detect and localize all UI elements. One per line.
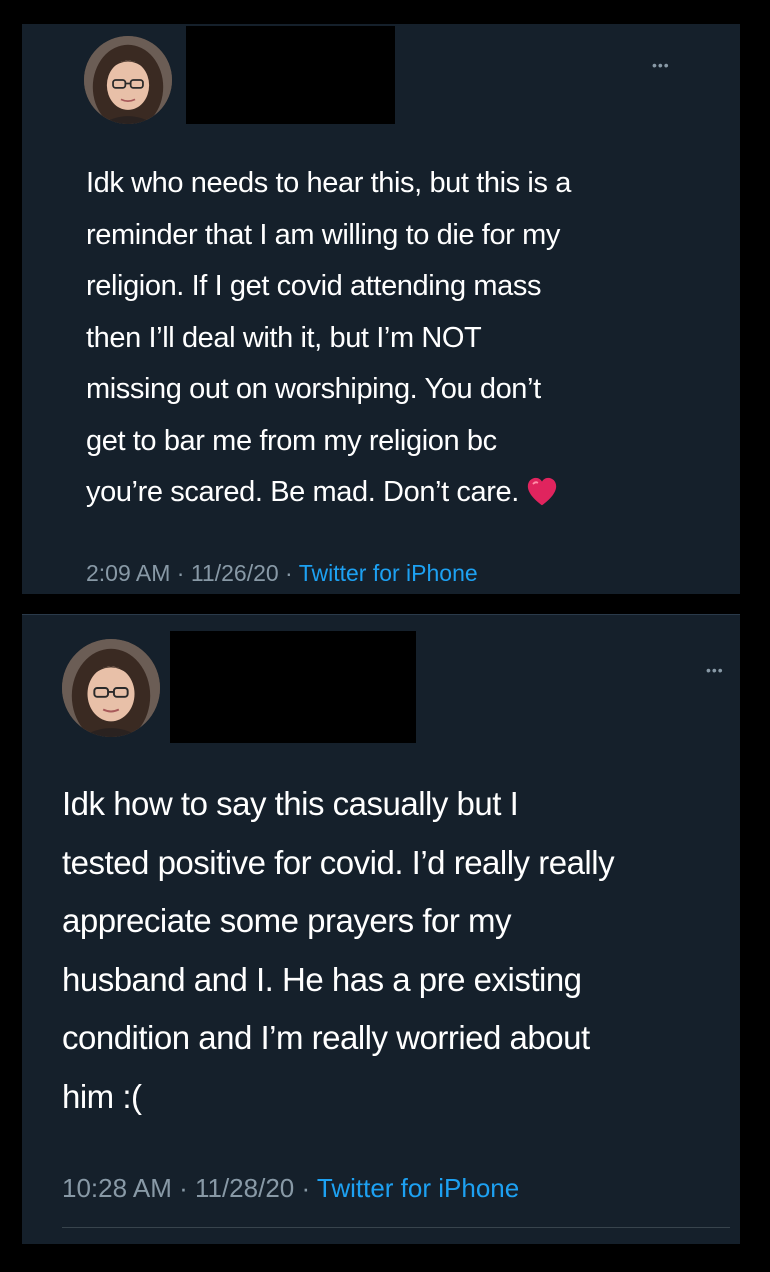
tweet-meta: 2:09 AM · 11/26/20 · Twitter for iPhone xyxy=(86,560,478,587)
redacted-name-block xyxy=(186,26,395,124)
redacted-name-block xyxy=(170,631,416,743)
meta-separator: · xyxy=(171,1173,195,1203)
red-heart-icon xyxy=(527,477,557,506)
tweet-text-line: missing out on worshiping. You don’t xyxy=(86,373,541,405)
tweet-text-line: you’re scared. Be mad. Don’t care. xyxy=(86,476,519,508)
tweet-text-line: then I’ll deal with it, but I’m NOT xyxy=(86,321,482,354)
meta-separator: · xyxy=(170,560,191,586)
tweet-text-line-last: you’re scared. Be mad. Don’t care. xyxy=(86,467,706,519)
more-options-icon[interactable]: ••• xyxy=(706,663,724,677)
profile-photo xyxy=(84,36,172,124)
screenshot-canvas: ••• Idk who needs to hear this, but this… xyxy=(0,0,770,1272)
avatar[interactable] xyxy=(84,36,172,124)
meta-separator: · xyxy=(294,1173,317,1203)
tweet-text-line: tested positive for covid. I’d really re… xyxy=(62,843,615,881)
tweet-card: ••• Idk how to say this casually but I t… xyxy=(22,614,740,1244)
divider xyxy=(62,1227,730,1228)
tweet-source-link[interactable]: Twitter for iPhone xyxy=(299,560,478,586)
tweet-date[interactable]: 11/28/20 xyxy=(195,1173,294,1203)
tweet-text-line: condition and I’m really worried about xyxy=(62,1019,590,1056)
tweet-text-line: Idk who needs to hear this, but this is … xyxy=(86,167,571,199)
tweet-text-line: husband and I. He has a pre existing xyxy=(62,960,582,998)
tweet-meta: 10:28 AM · 11/28/20 · Twitter for iPhone xyxy=(62,1173,519,1204)
tweet-text: Idk how to say this casually but I teste… xyxy=(62,775,742,1126)
avatar[interactable] xyxy=(62,639,160,737)
tweet-text-line: reminder that I am willing to die for my xyxy=(86,218,560,251)
tweet-text-line: him :( xyxy=(62,1077,142,1115)
meta-separator: · xyxy=(278,560,299,586)
tweet-source-link[interactable]: Twitter for iPhone xyxy=(317,1173,519,1203)
tweet-time[interactable]: 2:09 AM xyxy=(86,560,170,586)
tweet-text: Idk who needs to hear this, but this is … xyxy=(86,158,706,519)
tweet-date[interactable]: 11/26/20 xyxy=(191,560,279,586)
tweet-text-line: appreciate some prayers for my xyxy=(62,902,512,939)
tweet-time[interactable]: 10:28 AM xyxy=(62,1173,172,1203)
tweet-card: ••• Idk who needs to hear this, but this… xyxy=(22,24,740,594)
tweet-text-line: Idk how to say this casually but I xyxy=(62,785,519,822)
profile-photo xyxy=(62,639,160,737)
tweet-text-line: get to bar me from my religion bc xyxy=(86,424,497,457)
more-options-icon[interactable]: ••• xyxy=(652,58,670,72)
tweet-text-line: religion. If I get covid attending mass xyxy=(86,270,542,302)
